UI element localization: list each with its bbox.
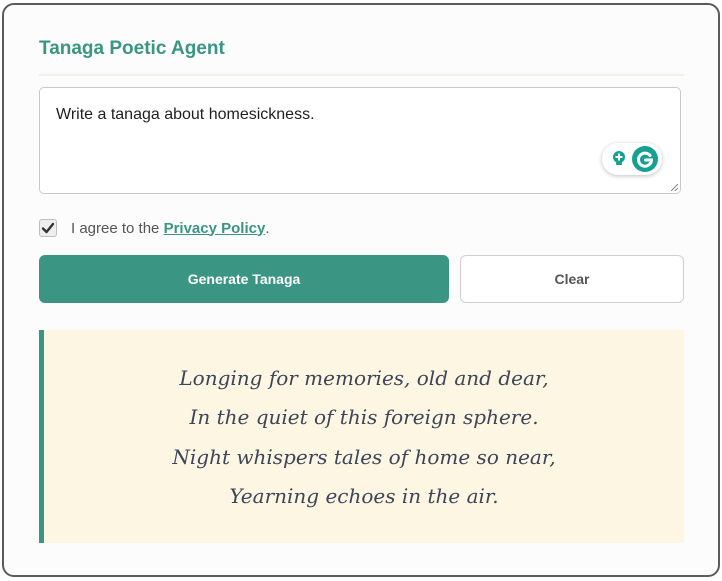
checkmark-icon xyxy=(41,222,55,234)
prompt-text[interactable]: Write a tanaga about homesickness. xyxy=(56,106,315,124)
poem-output: Longing for memories, old and dear, In t… xyxy=(39,330,684,543)
clear-button[interactable]: Clear xyxy=(460,255,684,303)
privacy-policy-link[interactable]: Privacy Policy xyxy=(164,220,266,237)
poem-line: Longing for memories, old and dear, xyxy=(179,366,549,390)
page-title: Tanaga Poetic Agent xyxy=(39,38,225,59)
resize-handle[interactable] xyxy=(671,184,678,191)
privacy-checkbox[interactable] xyxy=(39,219,57,237)
poem-line: Yearning echoes in the air. xyxy=(229,484,499,508)
lightbulb-plus-icon[interactable] xyxy=(610,150,628,168)
title-divider xyxy=(39,74,684,76)
app-card: Tanaga Poetic Agent Write a tanaga about… xyxy=(2,3,720,577)
consent-text-before: I agree to the xyxy=(71,219,164,237)
privacy-consent: I agree to the Privacy Policy. xyxy=(39,217,269,239)
prompt-textarea[interactable]: Write a tanaga about homesickness. xyxy=(39,87,681,194)
generate-tanaga-button[interactable]: Generate Tanaga xyxy=(39,255,449,303)
g-logo-icon[interactable] xyxy=(632,146,658,172)
consent-text-after: . xyxy=(265,219,270,237)
poem-line: Night whispers tales of home so near, xyxy=(172,445,556,469)
consent-label: I agree to the Privacy Policy. xyxy=(71,220,269,237)
writing-assistant-widget[interactable] xyxy=(602,143,662,175)
poem-line: In the quiet of this foreign sphere. xyxy=(189,405,539,429)
